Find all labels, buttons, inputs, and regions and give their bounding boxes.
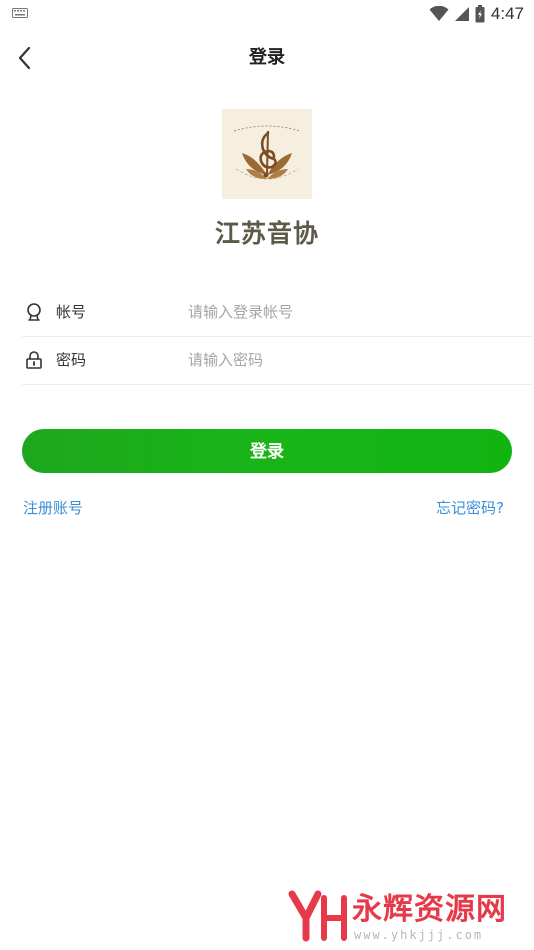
status-indicators: 4:47 [429,3,524,25]
watermark: 永辉资源网 www.yhkjjj.com [288,888,518,946]
back-button[interactable] [10,42,40,74]
login-button[interactable]: 登录 [22,429,512,473]
watermark-url: www.yhkjjj.com [354,928,484,942]
watermark-logo-icon [288,890,347,942]
user-icon [27,303,41,321]
watermark-text: 永辉资源网 [352,892,507,927]
battery-icon [475,5,485,23]
treble-clef-logo-icon [222,109,312,199]
status-time: 4:47 [490,4,524,23]
account-row: 帐号 [22,288,534,337]
header: 登录 [0,28,534,88]
org-name: 江苏音协 [214,219,319,248]
chevron-left-icon [18,46,31,70]
wifi-icon [429,6,449,21]
register-link[interactable]: 注册账号 [23,497,83,518]
page-title: 登录 [249,47,285,68]
org-logo [222,109,312,199]
forgot-password-link[interactable]: 忘记密码? [436,497,504,518]
status-bar: 4:47 [0,0,534,28]
password-label: 密码 [56,351,87,369]
keyboard-icon [12,8,28,18]
password-input[interactable] [182,345,534,375]
account-input[interactable] [182,297,534,327]
password-row: 密码 [22,336,534,385]
lock-icon [26,351,42,369]
signal-icon [454,7,469,21]
account-label: 帐号 [56,303,87,321]
